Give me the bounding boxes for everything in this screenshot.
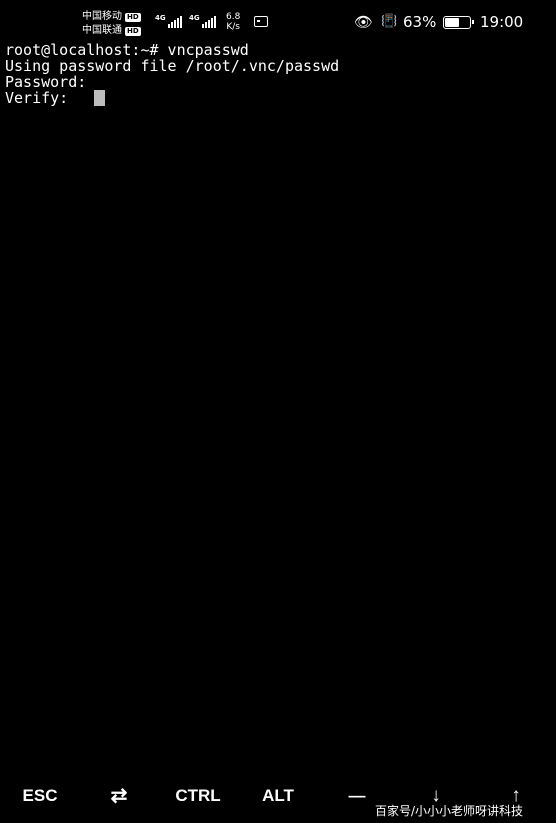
terminal-line-current: Verify: bbox=[5, 90, 551, 106]
ctrl-key[interactable]: CTRL bbox=[163, 776, 233, 816]
battery-fill bbox=[445, 18, 460, 27]
battery-icon bbox=[443, 16, 474, 29]
terminal-cursor bbox=[94, 90, 106, 106]
carrier-1-label: 中国移动 bbox=[82, 11, 122, 22]
tab-key[interactable]: ⇄ bbox=[84, 776, 154, 816]
eye-icon: 👁 bbox=[354, 13, 374, 31]
network-type-1: 4G bbox=[155, 14, 166, 22]
battery-percent: 63% bbox=[403, 13, 437, 31]
terminal-output[interactable]: root@localhost:~# vncpasswd Using passwo… bbox=[5, 42, 551, 106]
terminal-line: Using password file /root/.vnc/passwd bbox=[5, 57, 340, 75]
terminal-prompt-text: Verify: bbox=[5, 89, 69, 107]
clock: 19:00 bbox=[480, 13, 524, 31]
signal-icon: 4G bbox=[155, 14, 182, 28]
speed-unit: K/s bbox=[226, 22, 240, 32]
status-bar: 中国移动 HD 中国联通 HD 4G 4G 6.8 K/s 👁 📳 63% 19… bbox=[0, 0, 556, 42]
hd-badge: HD bbox=[125, 12, 141, 22]
hd-badge: HD bbox=[125, 26, 141, 36]
esc-key[interactable]: ESC bbox=[5, 776, 75, 816]
terminal-line: root@localhost:~# vncpasswd bbox=[5, 41, 249, 59]
watermark: 百家号/小小小老师呀讲科技 bbox=[375, 804, 524, 818]
screen-record-icon bbox=[254, 16, 268, 27]
terminal-line: Password: bbox=[5, 73, 87, 91]
carrier-2-label: 中国联通 bbox=[82, 25, 122, 36]
signal-icon: 4G bbox=[189, 14, 216, 28]
alt-key[interactable]: ALT bbox=[243, 776, 313, 816]
network-type-2: 4G bbox=[189, 14, 200, 22]
speed-value: 6.8 bbox=[226, 12, 241, 22]
carrier-info: 中国移动 HD 中国联通 HD bbox=[82, 10, 141, 38]
vibrate-icon: 📳 bbox=[381, 14, 398, 29]
network-speed: 6.8 K/s bbox=[226, 12, 240, 32]
